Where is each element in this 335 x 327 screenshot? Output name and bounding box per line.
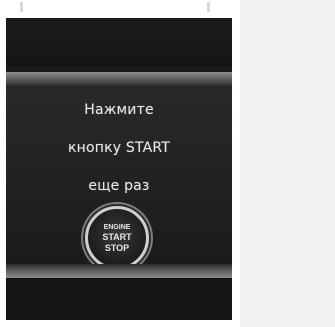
empty-side-panel (240, 0, 335, 327)
message-line-2: кнопку START (67, 140, 171, 156)
frame-top-edge (0, 0, 240, 16)
page: Нажмите кнопку START еще раз ENGINE STAR… (0, 0, 335, 327)
start-button-label-1: ENGINE (103, 224, 131, 231)
frame-tick (207, 2, 210, 12)
display-bottom-band (6, 264, 232, 278)
start-button-label-2: START (102, 232, 132, 242)
image-frame: Нажмите кнопку START еще раз ENGINE STAR… (0, 0, 240, 327)
start-button-label-3: STOP (104, 243, 130, 253)
display-top-band (6, 72, 232, 86)
frame-tick (20, 2, 23, 12)
display-top-area (6, 18, 232, 66)
message-line-3: еще раз (88, 178, 150, 194)
dashboard-display: Нажмите кнопку START еще раз ENGINE STAR… (6, 18, 232, 320)
message-line-1: Нажмите (84, 102, 154, 118)
engine-start-stop-icon: ENGINE START STOP (85, 206, 149, 270)
display-bottom-area (6, 278, 232, 320)
